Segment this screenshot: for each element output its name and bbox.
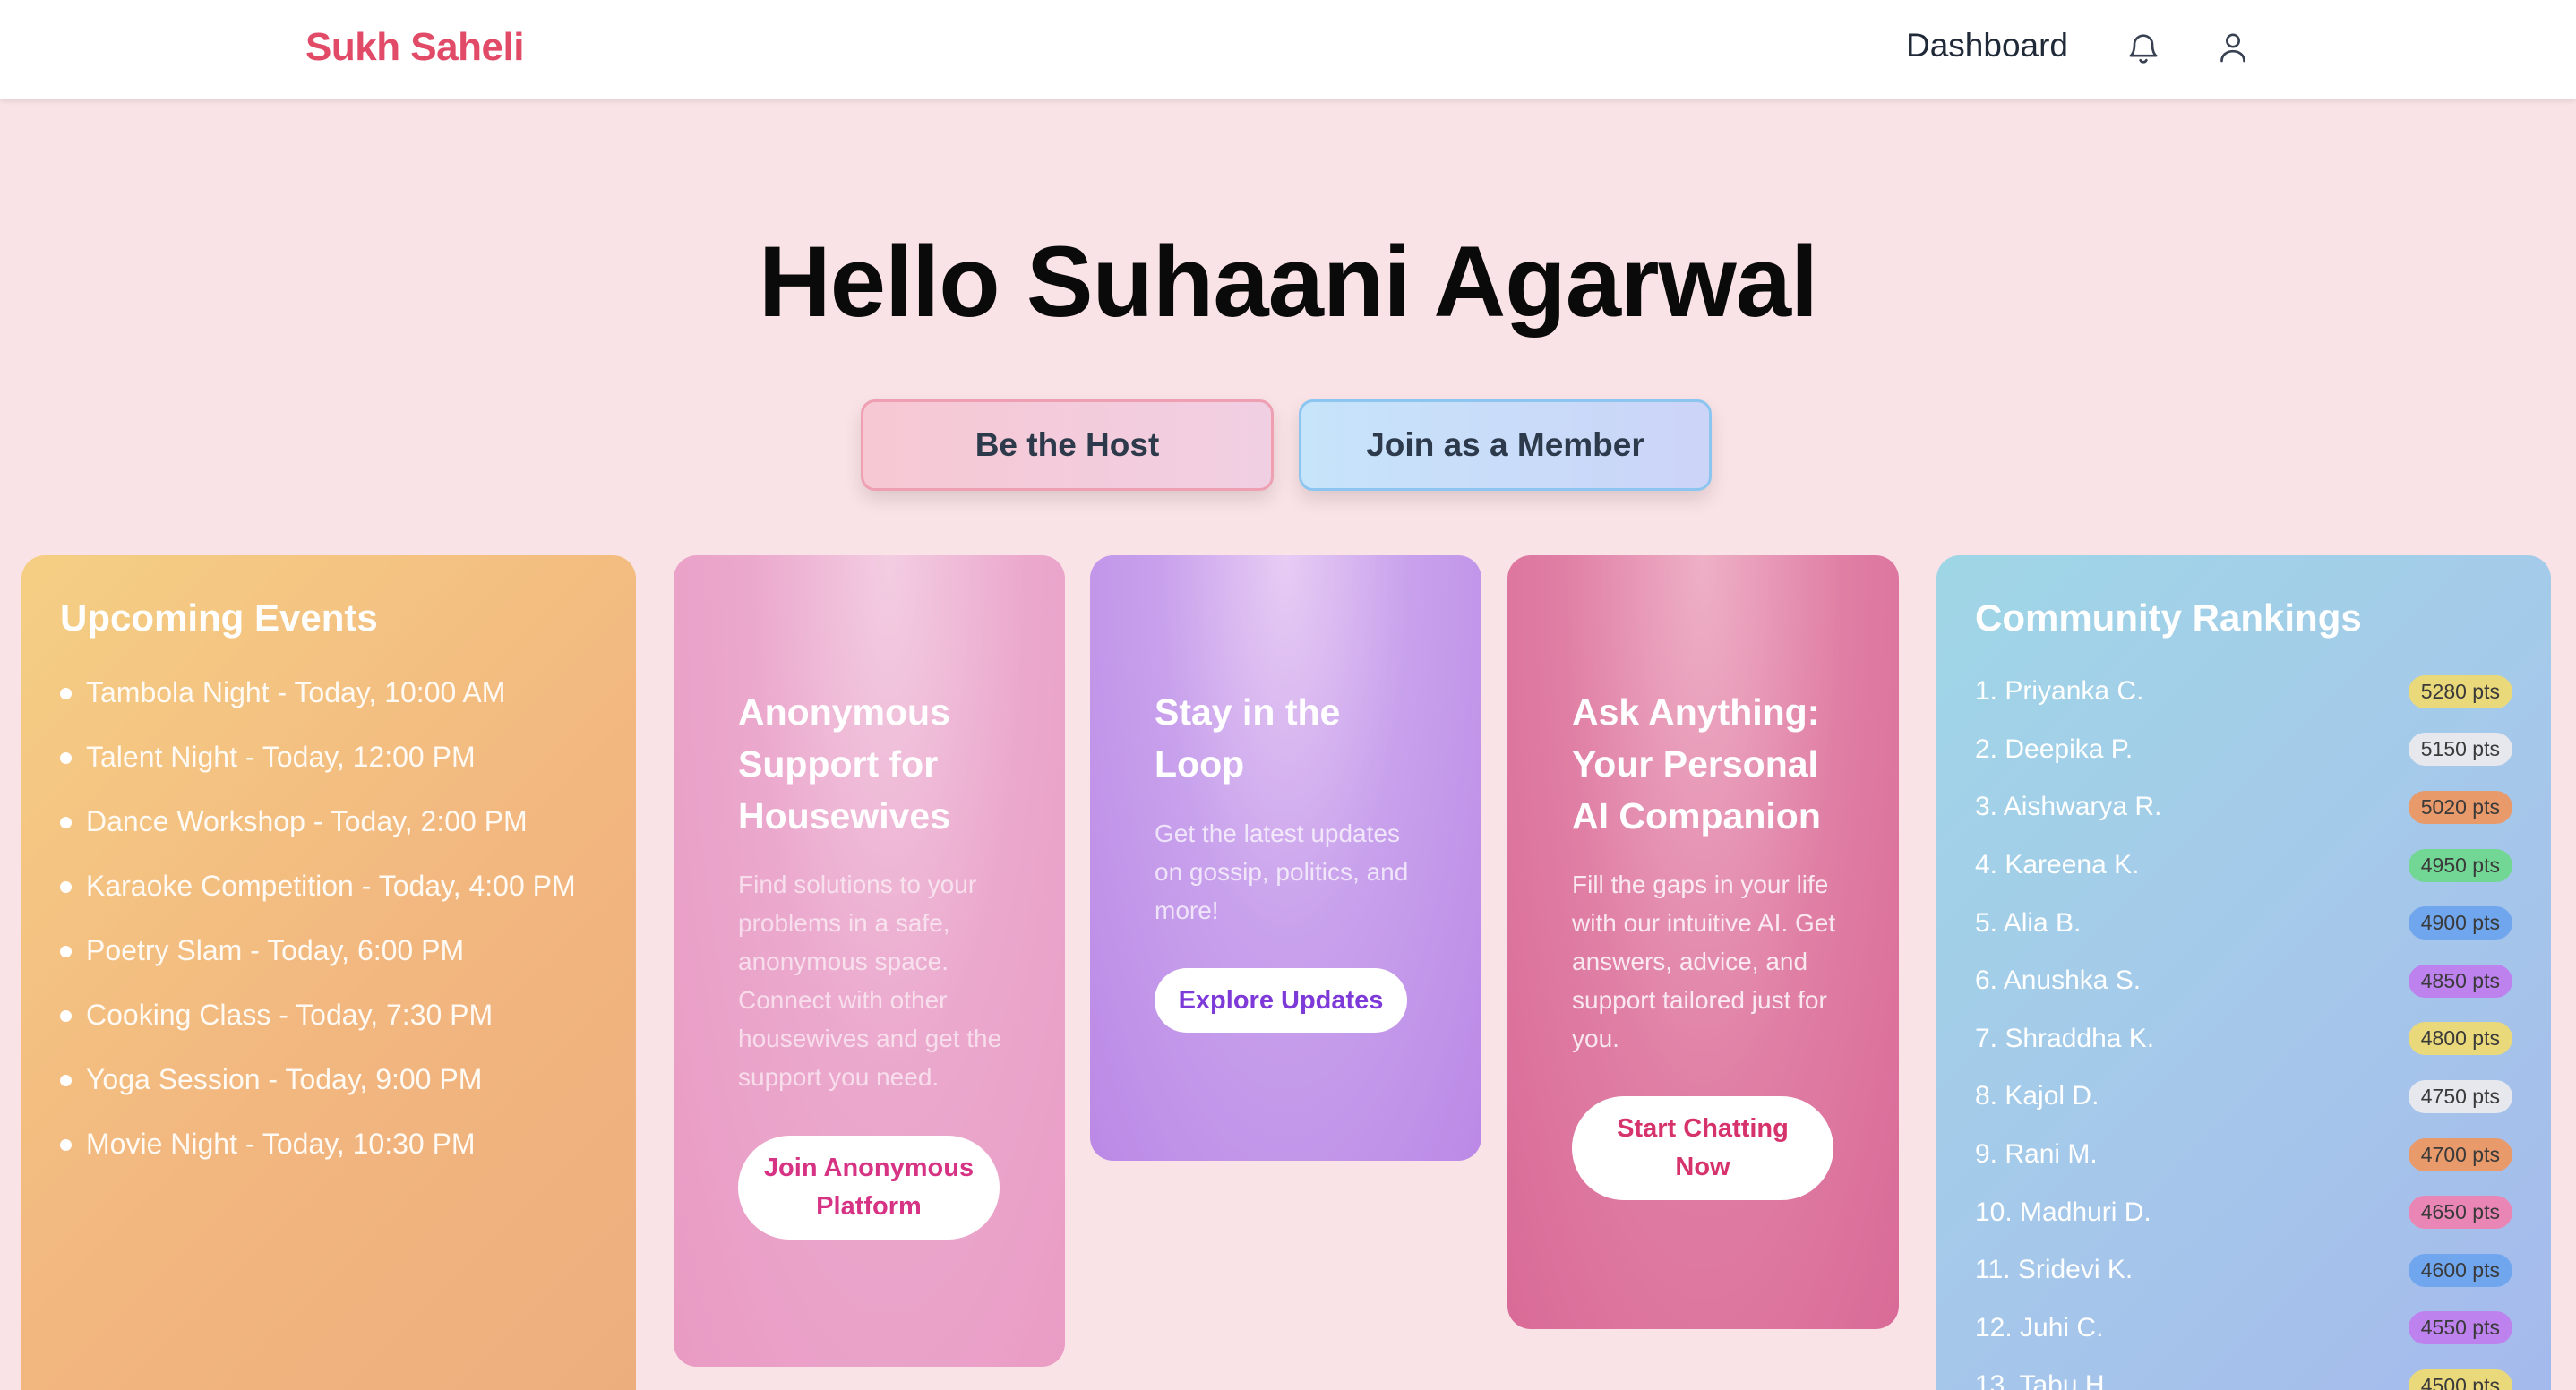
- ranking-name: 6. Anushka S.: [1975, 965, 2142, 996]
- join-anonymous-platform-button[interactable]: Join Anonymous Platform: [738, 1136, 1000, 1240]
- rankings-list: 1. Priyanka C. 5280 pts 2. Deepika P. 5150 …: [1975, 663, 2512, 1390]
- ranking-name: 1. Priyanka C.: [1975, 676, 2144, 707]
- ranking-row: 3. Aishwarya R. 5020 pts: [1975, 778, 2512, 837]
- event-item: Movie Night - Today, 10:30 PM: [60, 1121, 606, 1166]
- ai-companion-card: Ask Anything: Your Personal AI Companion…: [1507, 555, 1899, 1329]
- user-icon[interactable]: [2212, 27, 2254, 68]
- event-item: Talent Night - Today, 12:00 PM: [60, 734, 606, 779]
- ranking-row: 8. Kajol D. 4750 pts: [1975, 1068, 2512, 1126]
- ranking-row: 4. Kareena K. 4950 pts: [1975, 837, 2512, 895]
- events-list: Tambola Night - Today, 10:00 AM Talent N…: [60, 670, 606, 1186]
- explore-updates-button[interactable]: Explore Updates: [1155, 968, 1407, 1033]
- dashboard-link[interactable]: Dashboard: [1906, 27, 2068, 64]
- points-badge: 5280 pts: [2408, 674, 2512, 708]
- anonymous-support-description: Find solutions to your problems in a saf…: [738, 871, 1002, 1091]
- points-badge: 4800 pts: [2408, 1022, 2512, 1056]
- anonymous-support-card: Anonymous Support for Housewives Find so…: [674, 555, 1065, 1367]
- ranking-name: 11. Sridevi K.: [1975, 1255, 2134, 1285]
- event-item: Tambola Night - Today, 10:00 AM: [60, 670, 606, 715]
- points-badge: 4900 pts: [2408, 906, 2512, 940]
- be-the-host-button[interactable]: Be the Host: [861, 399, 1274, 491]
- ranking-name: 2. Deepika P.: [1975, 734, 2134, 764]
- stay-in-loop-card: Stay in the Loop Get the latest updates …: [1090, 555, 1481, 1161]
- bell-icon[interactable]: [2123, 27, 2164, 68]
- join-as-member-button[interactable]: Join as a Member: [1299, 399, 1712, 491]
- points-badge: 4550 pts: [2408, 1311, 2512, 1345]
- ai-companion-title: Ask Anything: Your Personal AI Companion: [1572, 691, 1821, 837]
- community-rankings-card: Community Rankings 1. Priyanka C. 5280 pt…: [1936, 555, 2551, 1390]
- ranking-name: 8. Kajol D.: [1975, 1081, 2099, 1111]
- ranking-row: 10. Madhuri D. 4650 pts: [1975, 1183, 2512, 1241]
- points-badge: 4600 pts: [2408, 1253, 2512, 1287]
- event-item: Karaoke Competition - Today, 4:00 PM: [60, 863, 606, 908]
- event-item: Yoga Session - Today, 9:00 PM: [60, 1057, 606, 1102]
- ranking-row: 6. Anushka S. 4850 pts: [1975, 952, 2512, 1010]
- points-badge: 4500 pts: [2408, 1369, 2512, 1390]
- points-badge: 4700 pts: [2408, 1137, 2512, 1171]
- ranking-name: 9. Rani M.: [1975, 1139, 2098, 1170]
- ranking-name: 13. Tabu H.: [1975, 1370, 2112, 1390]
- points-badge: 4950 pts: [2408, 848, 2512, 882]
- upcoming-events-title: Upcoming Events: [60, 596, 378, 639]
- ranking-name: 7. Shraddha K.: [1975, 1023, 2155, 1053]
- ranking-name: 5. Alia B.: [1975, 907, 2082, 938]
- ranking-row: 12. Juhi C. 4550 pts: [1975, 1300, 2512, 1358]
- greeting-title: Hello Suhaani Agarwal: [758, 226, 1818, 338]
- points-badge: 4850 pts: [2408, 964, 2512, 998]
- stay-in-loop-title: Stay in the Loop: [1155, 691, 1341, 785]
- ranking-row: 5. Alia B. 4900 pts: [1975, 894, 2512, 952]
- points-badge: 5150 pts: [2408, 733, 2512, 767]
- anonymous-support-title: Anonymous Support for Housewives: [738, 691, 950, 837]
- points-badge: 5020 pts: [2408, 790, 2512, 824]
- event-item: Dance Workshop - Today, 2:00 PM: [60, 799, 606, 844]
- stay-in-loop-description: Get the latest updates on gossip, politi…: [1155, 819, 1409, 924]
- ranking-row: 1. Priyanka C. 5280 pts: [1975, 663, 2512, 721]
- ranking-row: 11. Sridevi K. 4600 pts: [1975, 1241, 2512, 1300]
- ranking-row: 2. Deepika P. 5150 pts: [1975, 721, 2512, 779]
- community-rankings-title: Community Rankings: [1975, 596, 2362, 639]
- points-badge: 4650 pts: [2408, 1196, 2512, 1230]
- navbar: Sukh Saheli Dashboard: [0, 0, 2576, 99]
- event-item: Cooking Class - Today, 7:30 PM: [60, 992, 606, 1037]
- ranking-row: 13. Tabu H. 4500 pts: [1975, 1357, 2512, 1390]
- ai-companion-description: Fill the gaps in your life with our intu…: [1572, 871, 1836, 1052]
- points-badge: 4750 pts: [2408, 1079, 2512, 1113]
- event-item: Poetry Slam - Today, 6:00 PM: [60, 928, 606, 973]
- ranking-name: 12. Juhi C.: [1975, 1312, 2104, 1343]
- ranking-name: 4. Kareena K.: [1975, 850, 2140, 880]
- start-chatting-button[interactable]: Start Chatting Now: [1572, 1096, 1833, 1200]
- ranking-name: 10. Madhuri D.: [1975, 1197, 2151, 1227]
- brand-logo[interactable]: Sukh Saheli: [305, 25, 524, 70]
- ranking-row: 7. Shraddha K. 4800 pts: [1975, 1010, 2512, 1068]
- ranking-name: 3. Aishwarya R.: [1975, 792, 2162, 822]
- upcoming-events-card: Upcoming Events Tambola Night - Today, 1…: [21, 555, 636, 1390]
- ranking-row: 9. Rani M. 4700 pts: [1975, 1126, 2512, 1184]
